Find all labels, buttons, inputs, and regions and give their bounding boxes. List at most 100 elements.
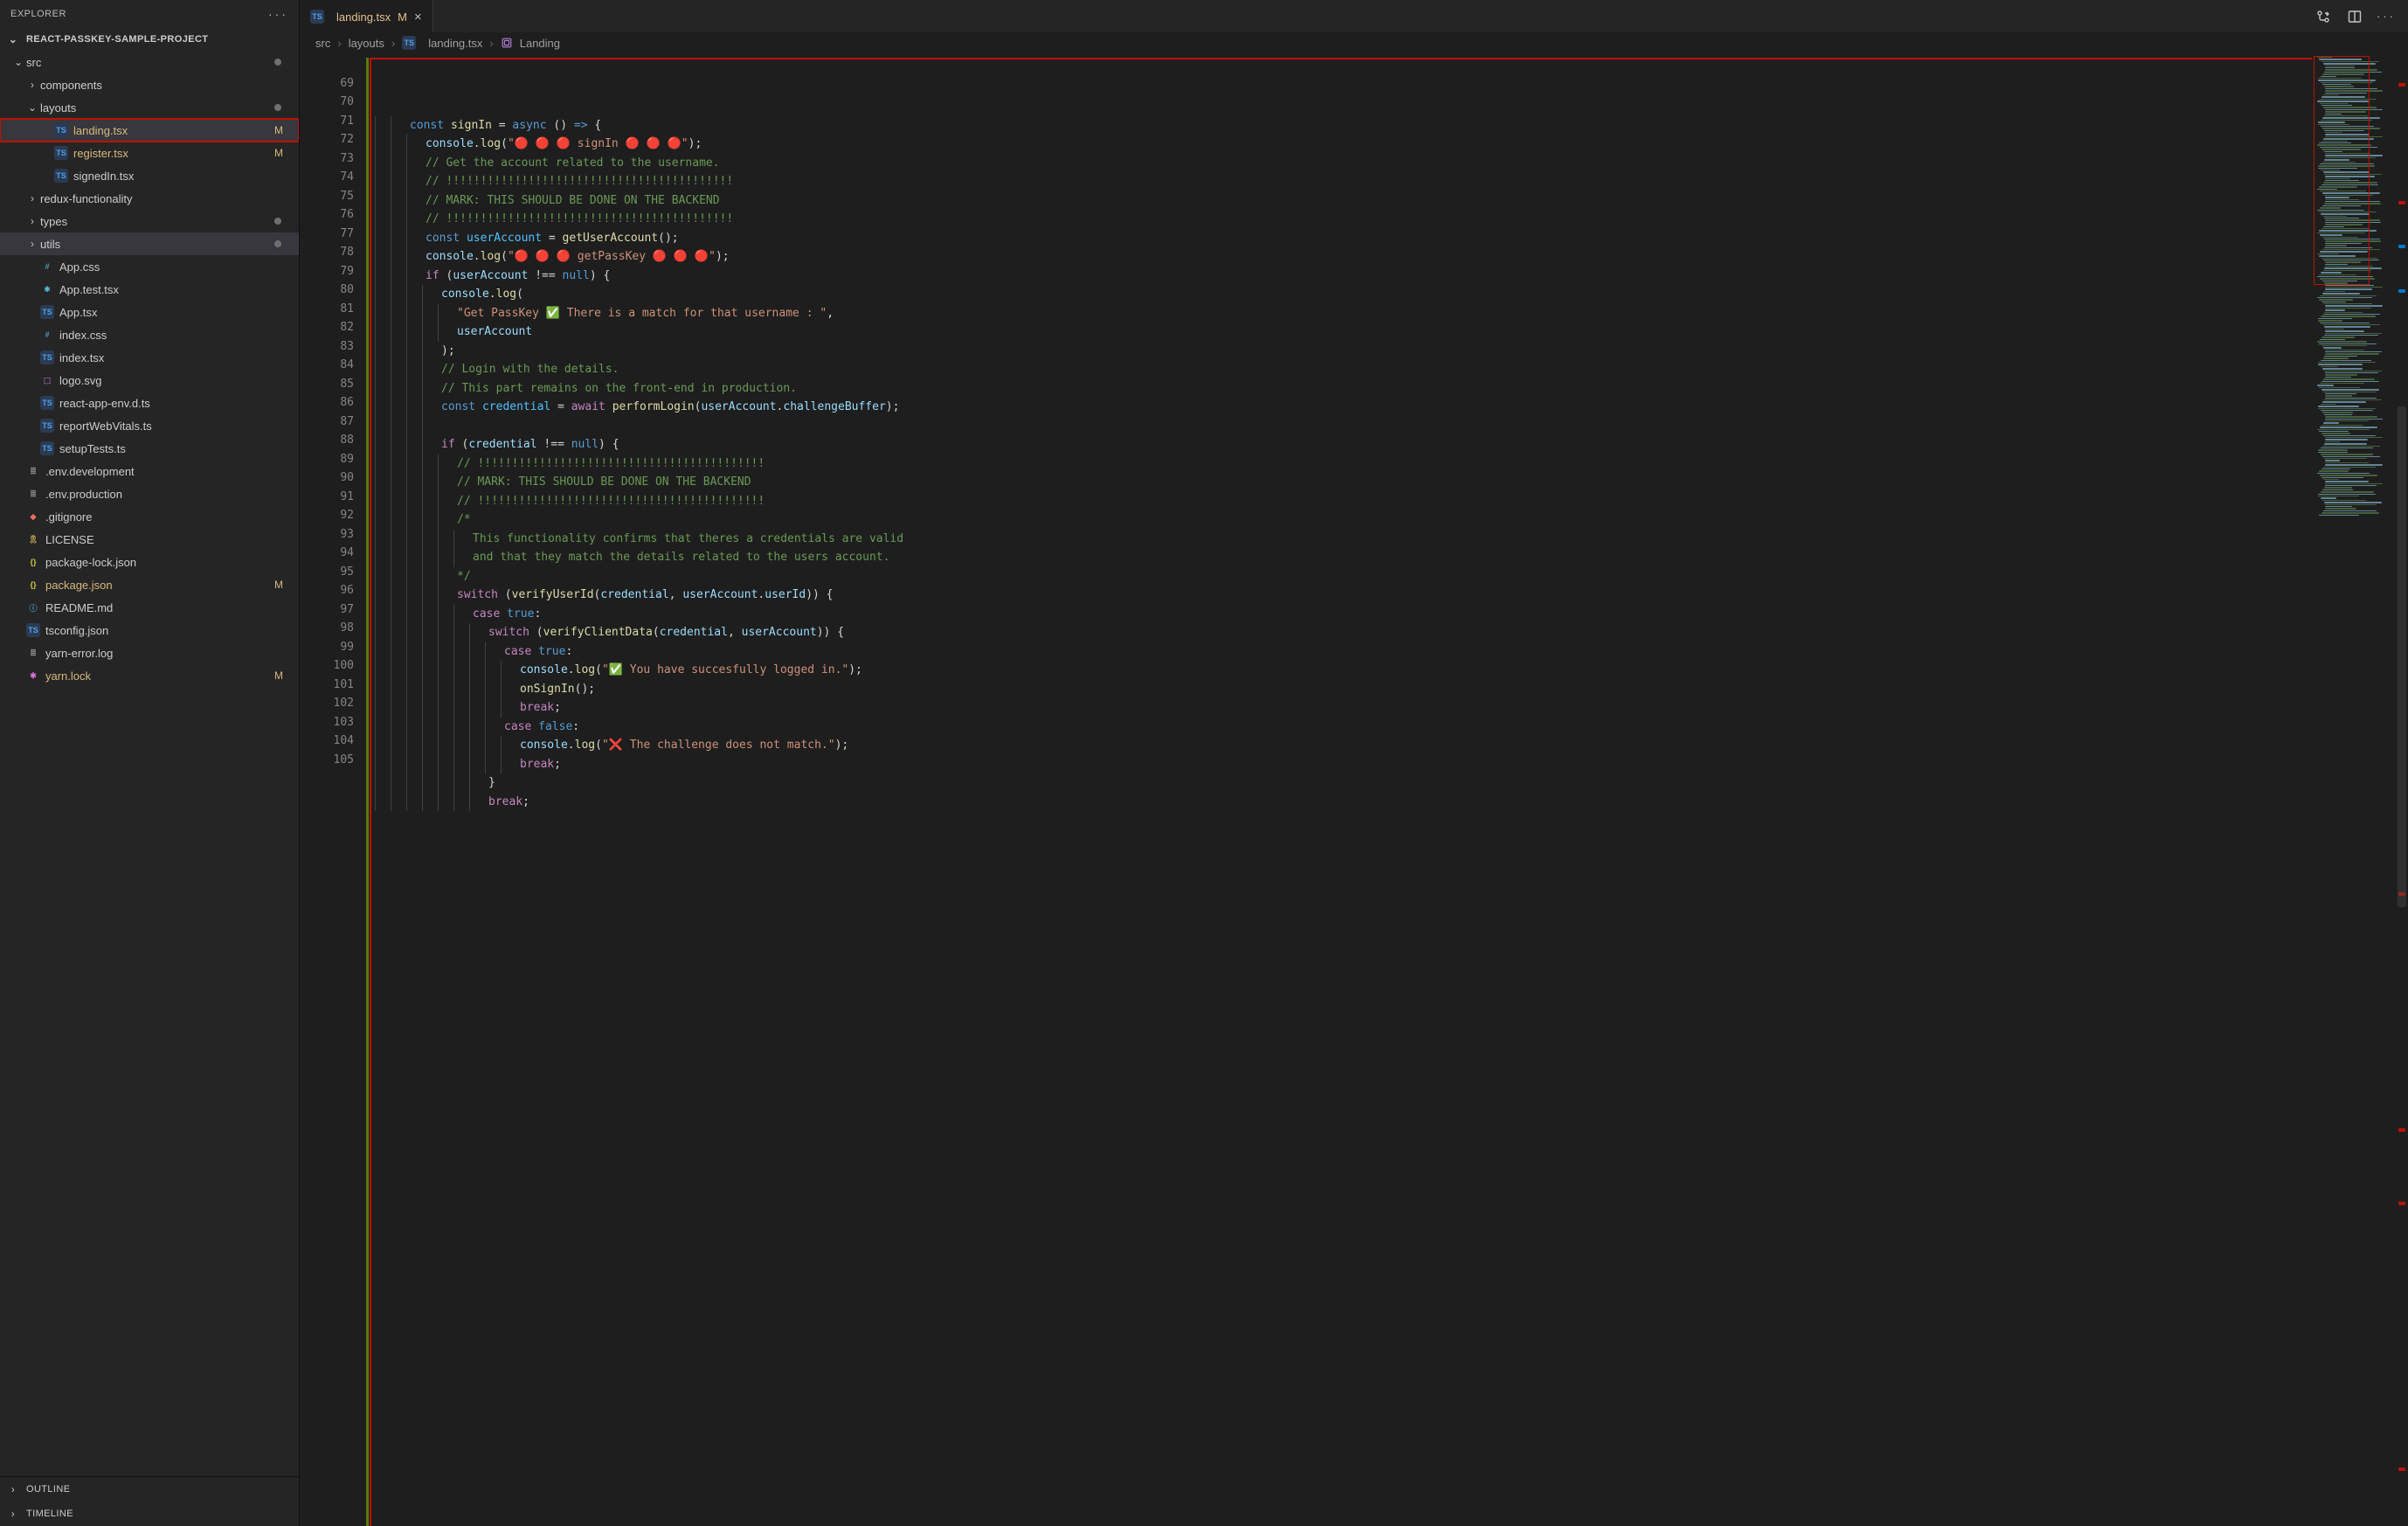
file-item[interactable]: ›≣.env.development — [0, 460, 299, 482]
code-line[interactable]: // MARK: THIS SHOULD BE DONE ON THE BACK… — [373, 191, 2408, 211]
line-number: 95 — [300, 563, 354, 582]
code-line[interactable]: console.log("🔴 🔴 🔴 signIn 🔴 🔴 🔴"); — [373, 135, 2408, 154]
code-line[interactable]: "Get PassKey ✅ There is a match for that… — [373, 304, 2408, 323]
tree-item-label: index.tsx — [59, 351, 104, 364]
breadcrumbs[interactable]: src › layouts › TS landing.tsx › Landing — [300, 32, 2408, 53]
code-line[interactable]: /* — [373, 510, 2408, 530]
line-number: 81 — [300, 300, 354, 319]
file-item[interactable]: ›TSindex.tsx — [0, 346, 299, 369]
breadcrumb-item[interactable]: Landing — [520, 37, 560, 50]
breadcrumb-item[interactable]: landing.tsx — [428, 37, 482, 50]
vertical-scrollbar[interactable] — [2396, 53, 2408, 1526]
explorer-more-icon[interactable]: ··· — [268, 7, 288, 21]
line-number: 101 — [300, 676, 354, 695]
code-line[interactable]: case true: — [373, 605, 2408, 624]
file-item[interactable]: ›✱yarn.lockM — [0, 664, 299, 687]
project-root-row[interactable]: ⌄ REACT-PASSKEY-SAMPLE-PROJECT — [0, 28, 299, 51]
code-line[interactable]: This functionality confirms that theres … — [373, 530, 2408, 549]
file-item[interactable]: ›TSreact-app-env.d.ts — [0, 392, 299, 414]
file-item[interactable]: ›{}package.jsonM — [0, 573, 299, 596]
code-line[interactable]: and that they match the details related … — [373, 548, 2408, 567]
tab-filename: landing.tsx — [336, 10, 391, 24]
code-line[interactable]: // This part remains on the front-end in… — [373, 379, 2408, 399]
file-item[interactable]: ›#index.css — [0, 323, 299, 346]
code-line[interactable]: console.log( — [373, 285, 2408, 304]
code-line[interactable]: // Get the account related to the userna… — [373, 154, 2408, 173]
code-line[interactable]: break; — [373, 698, 2408, 718]
folder-item[interactable]: ›utils — [0, 232, 299, 255]
tree-item-label: App.css — [59, 260, 100, 274]
folder-item[interactable]: ⌄layouts — [0, 96, 299, 119]
file-item[interactable]: ›{}package-lock.json — [0, 551, 299, 573]
code-line[interactable]: */ — [373, 567, 2408, 586]
code-line[interactable]: // !!!!!!!!!!!!!!!!!!!!!!!!!!!!!!!!!!!!!… — [373, 454, 2408, 474]
minimap[interactable] — [2312, 53, 2396, 1526]
file-item[interactable]: ›ⓘREADME.md — [0, 596, 299, 619]
tab-landing[interactable]: TS landing.tsx M × — [300, 0, 433, 32]
code-editor[interactable]: 6970717273747576777879808182838485868788… — [300, 53, 2408, 1526]
file-item[interactable]: ›⚛App.test.tsx — [0, 278, 299, 301]
file-item[interactable]: ›TSsetupTests.ts — [0, 437, 299, 460]
css-file-icon: # — [40, 260, 54, 274]
file-item[interactable]: ›≣yarn-error.log — [0, 642, 299, 664]
timeline-panel[interactable]: › TIMELINE — [0, 1502, 299, 1526]
folder-item[interactable]: ⌄src — [0, 51, 299, 73]
code-line[interactable]: const signIn = async () => { — [373, 116, 2408, 135]
line-number: 98 — [300, 619, 354, 638]
env-file-icon: ≣ — [26, 464, 40, 478]
code-line[interactable] — [373, 417, 2408, 436]
code-line[interactable]: // Login with the details. — [373, 360, 2408, 379]
code-line[interactable]: const credential = await performLogin(us… — [373, 398, 2408, 417]
breadcrumb-item[interactable]: src — [315, 37, 330, 50]
css-file-icon: # — [40, 328, 54, 342]
breadcrumb-item[interactable]: layouts — [349, 37, 384, 50]
folder-item[interactable]: ›components — [0, 73, 299, 96]
file-item[interactable]: ›TSsignedIn.tsx — [0, 164, 299, 187]
chevron-right-icon: › — [489, 37, 493, 50]
code-content[interactable]: const signIn = async () => {console.log(… — [370, 53, 2408, 1526]
code-line[interactable]: console.log("✅ You have succesfully logg… — [373, 661, 2408, 680]
file-item[interactable]: ›TSregister.tsxM — [0, 142, 299, 164]
ts-file-icon: TS — [310, 10, 324, 24]
code-line[interactable]: switch (verifyClientData(credential, use… — [373, 623, 2408, 642]
code-line[interactable]: break; — [373, 755, 2408, 774]
file-item[interactable]: ›TSreportWebVitals.ts — [0, 414, 299, 437]
file-item[interactable]: ›◆.gitignore — [0, 505, 299, 528]
file-item[interactable]: ›TSlanding.tsxM — [0, 119, 299, 142]
code-line[interactable]: } — [373, 773, 2408, 793]
outline-panel[interactable]: › OUTLINE — [0, 1477, 299, 1502]
split-editor-icon[interactable] — [2347, 9, 2363, 24]
code-line[interactable]: console.log("🔴 🔴 🔴 getPassKey 🔴 🔴 🔴"); — [373, 247, 2408, 267]
chevron-right-icon: › — [7, 1508, 19, 1520]
code-line[interactable]: // MARK: THIS SHOULD BE DONE ON THE BACK… — [373, 473, 2408, 492]
folder-item[interactable]: ›redux-functionality — [0, 187, 299, 210]
code-line[interactable]: break; — [373, 793, 2408, 812]
code-line[interactable]: onSignIn(); — [373, 680, 2408, 699]
code-line[interactable]: // !!!!!!!!!!!!!!!!!!!!!!!!!!!!!!!!!!!!!… — [373, 492, 2408, 511]
outline-label: OUTLINE — [26, 1484, 70, 1495]
file-tree[interactable]: ⌄src›components⌄layouts›TSlanding.tsxM›T… — [0, 51, 299, 1476]
code-line[interactable]: switch (verifyUserId(credential, userAcc… — [373, 586, 2408, 605]
tab-close-icon[interactable]: × — [414, 10, 422, 24]
code-line[interactable]: case true: — [373, 642, 2408, 662]
code-line[interactable]: if (userAccount !== null) { — [373, 267, 2408, 286]
code-line[interactable]: // !!!!!!!!!!!!!!!!!!!!!!!!!!!!!!!!!!!!!… — [373, 210, 2408, 229]
file-item[interactable]: ›#App.css — [0, 255, 299, 278]
compare-changes-icon[interactable] — [2315, 9, 2331, 24]
file-item[interactable]: ›🎗LICENSE — [0, 528, 299, 551]
code-line[interactable]: userAccount — [373, 323, 2408, 342]
code-line[interactable]: ); — [373, 342, 2408, 361]
tree-item-label: package-lock.json — [45, 556, 136, 569]
more-actions-icon[interactable]: ··· — [2378, 9, 2394, 24]
code-line[interactable]: const userAccount = getUserAccount(); — [373, 229, 2408, 248]
code-line[interactable]: case false: — [373, 718, 2408, 737]
file-item[interactable]: ›⬚logo.svg — [0, 369, 299, 392]
code-line[interactable]: console.log("❌ The challenge does not ma… — [373, 736, 2408, 755]
diff-added-indicator — [366, 58, 369, 1526]
file-item[interactable]: ›TSApp.tsx — [0, 301, 299, 323]
code-line[interactable]: // !!!!!!!!!!!!!!!!!!!!!!!!!!!!!!!!!!!!!… — [373, 172, 2408, 191]
file-item[interactable]: ›≣.env.production — [0, 482, 299, 505]
code-line[interactable]: if (credential !== null) { — [373, 435, 2408, 454]
file-item[interactable]: ›TStsconfig.json — [0, 619, 299, 642]
folder-item[interactable]: ›types — [0, 210, 299, 232]
